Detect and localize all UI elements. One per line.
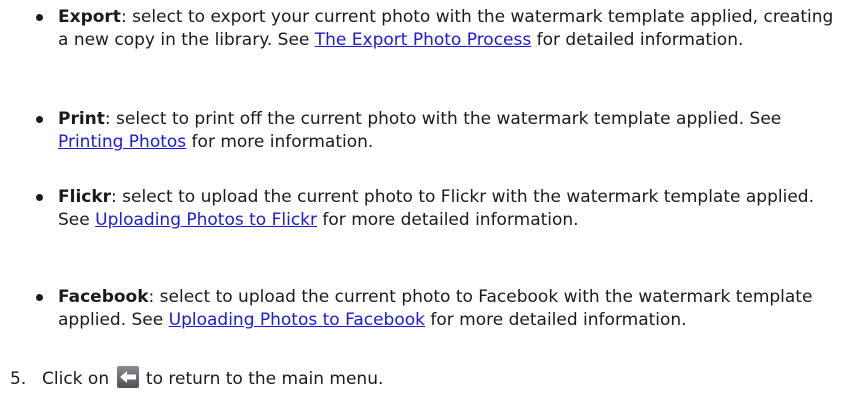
bullet-icon — [36, 116, 43, 123]
list-item-flickr: Flickr: select to upload the current pho… — [36, 186, 838, 232]
option-term: Flickr — [58, 187, 112, 207]
option-term: Export — [58, 7, 121, 27]
option-description-end: for more information. — [186, 132, 374, 152]
list-item-print: Print: select to print off the current p… — [36, 108, 838, 154]
option-description-end: for more detailed information. — [317, 210, 579, 230]
option-term: Print — [58, 109, 105, 129]
option-description-end: for more detailed information. — [425, 310, 687, 330]
link-export-photo-process[interactable]: The Export Photo Process — [315, 30, 531, 50]
bullet-icon — [36, 194, 43, 201]
step-5: 5. Click on to return to the main menu. — [10, 366, 840, 391]
bullet-icon — [36, 14, 43, 21]
option-description-end: for detailed information. — [531, 30, 744, 50]
step-text-start: Click on — [42, 369, 115, 389]
option-description: : select to print off the current photo … — [104, 109, 782, 129]
link-uploading-photos-to-flickr[interactable]: Uploading Photos to Flickr — [95, 210, 317, 230]
link-uploading-photos-to-facebook[interactable]: Uploading Photos to Facebook — [169, 310, 425, 330]
option-term: Facebook — [58, 287, 149, 307]
step-number: 5. — [10, 369, 27, 389]
bullet-icon — [36, 294, 43, 301]
back-arrow-icon[interactable] — [116, 366, 139, 388]
step-text-end: to return to the main menu. — [140, 369, 384, 389]
link-printing-photos[interactable]: Printing Photos — [58, 132, 186, 152]
list-item-export: Export: select to export your current ph… — [36, 6, 838, 52]
list-item-facebook: Facebook: select to upload the current p… — [36, 286, 838, 332]
